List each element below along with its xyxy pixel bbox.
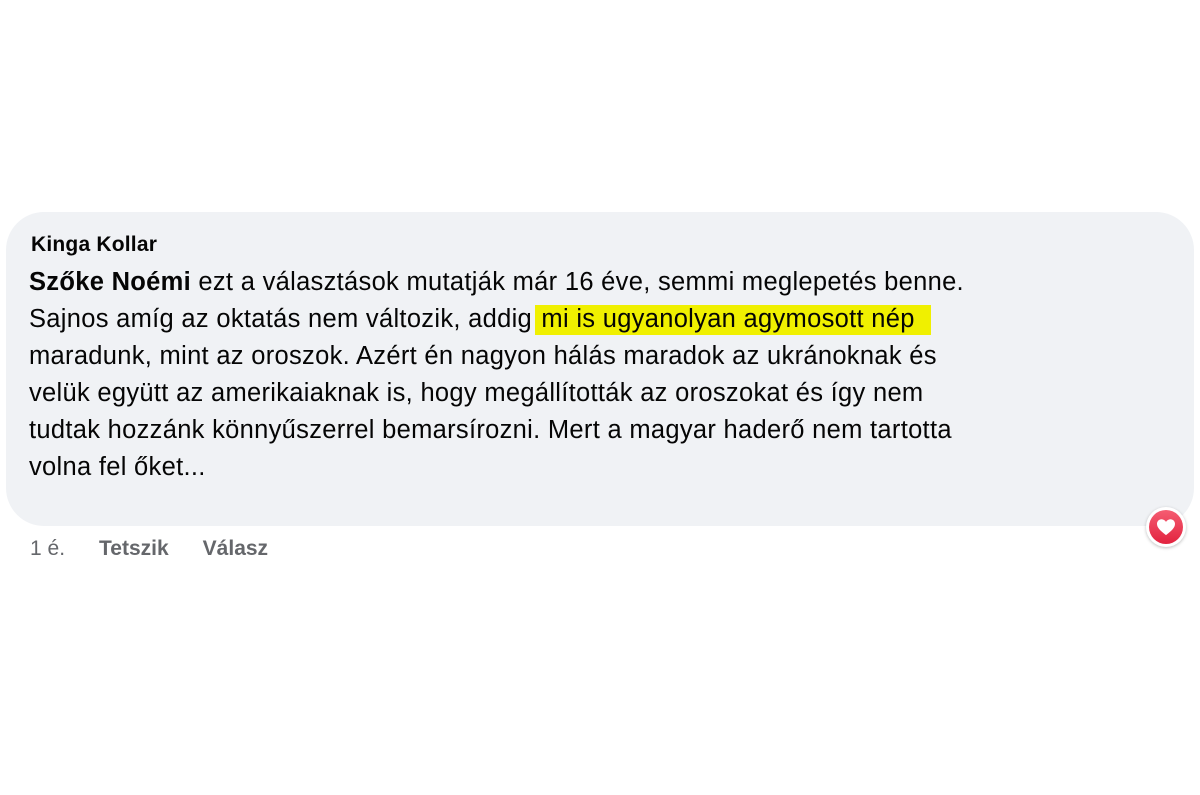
reaction-badge[interactable] bbox=[1146, 507, 1186, 547]
like-button[interactable]: Tetszik bbox=[99, 537, 169, 561]
reply-button[interactable]: Válasz bbox=[203, 537, 268, 561]
comment-line: Sajnos amíg az oktatás nem változik, add… bbox=[29, 301, 1179, 338]
comment-line: velük együtt az amerikaiaknak is, hogy m… bbox=[29, 379, 924, 407]
comment-bubble: Kinga Kollar Szőke Noémi ezt a választás… bbox=[6, 212, 1194, 526]
comment-line: volna fel őket... bbox=[29, 453, 206, 481]
comment-timestamp[interactable]: 1 é. bbox=[30, 537, 65, 561]
mention-link[interactable]: Szőke Noémi bbox=[29, 268, 191, 296]
comment-text-segment: ezt a választások mutatják már 16 éve, s… bbox=[191, 268, 964, 296]
heart-icon bbox=[1157, 519, 1175, 536]
comment-author[interactable]: Kinga Kollar bbox=[31, 232, 1172, 258]
comment-line: tudtak hozzánk könnyűszerrel bemarsírozn… bbox=[29, 416, 952, 444]
comment-text: Szőke Noémi ezt a választások mutatják m… bbox=[29, 264, 1179, 486]
page: Kinga Kollar Szőke Noémi ezt a választás… bbox=[0, 0, 1200, 795]
heart-reaction bbox=[1149, 510, 1183, 544]
comment-line: Szőke Noémi ezt a választások mutatják m… bbox=[29, 264, 1179, 301]
comment-line: maradunk, mint az oroszok. Azért én nagy… bbox=[29, 342, 937, 370]
highlighted-text: mi is ugyanolyan agymosott nép bbox=[535, 305, 931, 335]
comment-actions: 1 é. Tetszik Válasz bbox=[30, 535, 302, 563]
comment-text-segment: Sajnos amíg az oktatás nem változik, add… bbox=[29, 305, 540, 333]
